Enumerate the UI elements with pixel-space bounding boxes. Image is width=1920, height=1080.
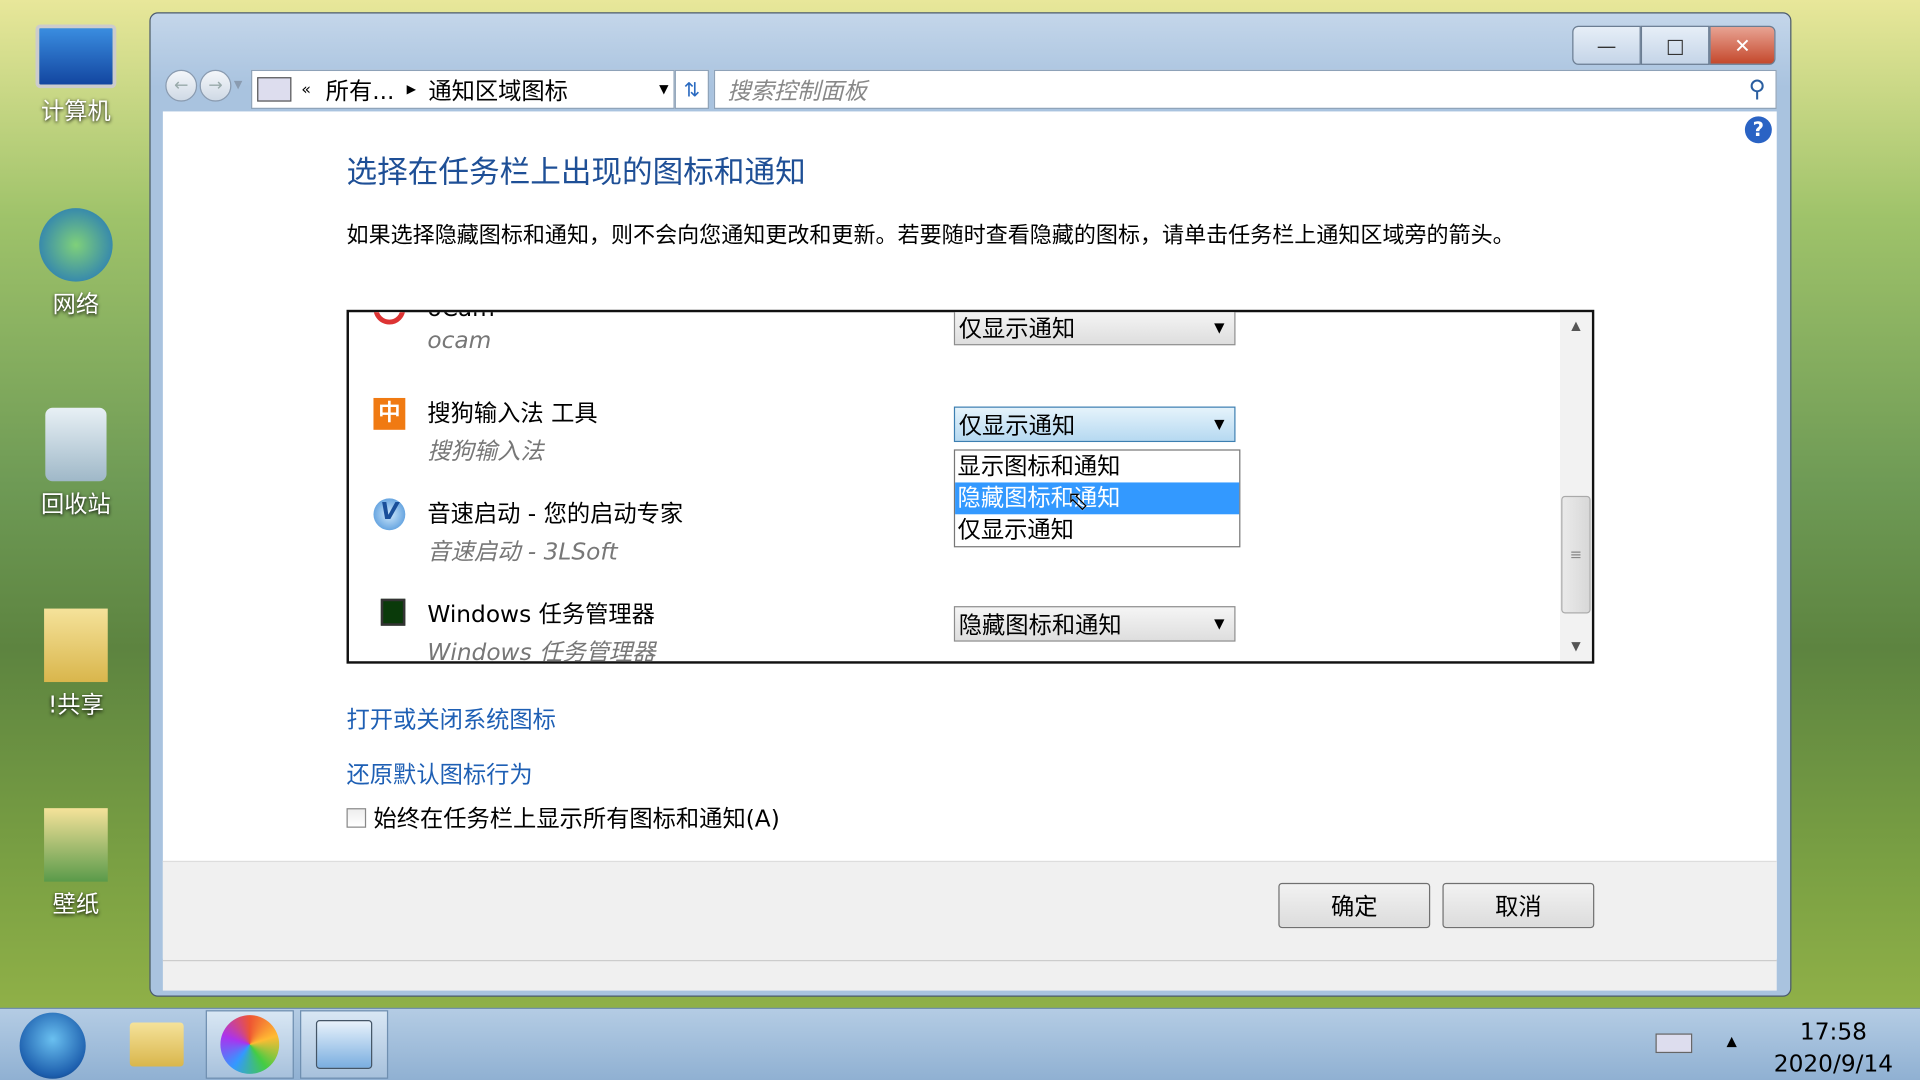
scroll-up-icon[interactable]: ▲ <box>1560 320 1592 333</box>
scroll-down-icon[interactable]: ▼ <box>1560 640 1592 653</box>
desktop-icon-network[interactable]: 网络 <box>17 208 135 319</box>
search-placeholder: 搜索控制面板 <box>727 73 867 106</box>
start-button[interactable] <box>20 1013 86 1079</box>
desktop-icon-recycle-bin[interactable]: 回收站 <box>17 408 135 519</box>
network-icon <box>39 208 112 281</box>
address-bar[interactable]: « 所有... ▶ 通知区域图标 ▼ <box>251 70 675 109</box>
page-description: 如果选择隐藏图标和通知，则不会向您通知更改和更新。若要随时查看隐藏的图标，请单击… <box>347 219 1596 252</box>
sogou-input-icon: 中 <box>373 398 405 430</box>
label: 回收站 <box>41 491 111 518</box>
keyboard-icon[interactable] <box>1656 1033 1693 1053</box>
list-item: 中 搜狗输入法 工具 搜狗输入法 <box>427 396 597 467</box>
search-input[interactable]: 搜索控制面板 ⚲ <box>714 70 1777 109</box>
label: 计算机 <box>41 98 111 125</box>
taskbar-explorer[interactable] <box>113 1010 201 1079</box>
clock-date: 2020/9/14 <box>1774 1048 1893 1080</box>
chevron-down-icon: ▼ <box>1214 320 1224 336</box>
clock-time: 17:58 <box>1774 1016 1893 1048</box>
dropdown-value: 隐藏图标和通知 <box>959 607 1122 640</box>
page-title: 选择在任务栏上出现的图标和通知 <box>347 148 806 192</box>
mouse-cursor-icon: ⬁ <box>1067 486 1090 517</box>
address-dropdown-icon[interactable]: ▼ <box>659 83 668 96</box>
label: 壁纸 <box>53 891 100 918</box>
ok-button[interactable]: 确定 <box>1278 883 1430 928</box>
maximize-button[interactable]: □ <box>1641 26 1710 65</box>
option-notify-only[interactable]: 仅显示通知 <box>955 514 1239 546</box>
item-name: oCam <box>427 310 494 322</box>
always-show-checkbox[interactable]: 始终在任务栏上显示所有图标和通知(A) <box>347 801 780 834</box>
dropdown-menu: 显示图标和通知 隐藏图标和通知 仅显示通知 <box>954 449 1241 547</box>
overflow-chevron-icon[interactable]: « <box>301 80 311 98</box>
option-show[interactable]: 显示图标和通知 <box>955 451 1239 483</box>
ocam-icon <box>373 310 405 325</box>
dropdown-value: 仅显示通知 <box>959 408 1075 441</box>
checkbox-box[interactable] <box>347 808 367 828</box>
item-subtitle: 音速启动 - 3LSoft <box>427 534 683 567</box>
scrollbar[interactable]: ▲ ≡ ▼ <box>1560 312 1592 661</box>
folder-shortcut-icon <box>44 808 108 881</box>
folder-shortcut-icon <box>44 609 108 682</box>
control-panel-icon <box>257 77 291 101</box>
control-panel-window: — □ ✕ ← → ▼ « 所有... ▶ 通知区域图标 ▼ ⇅ 搜索控制面板 … <box>149 12 1791 996</box>
status-bar <box>163 960 1777 991</box>
item-subtitle: 搜狗输入法 <box>427 433 597 466</box>
item-name: 搜狗输入法 工具 <box>427 396 597 429</box>
chevron-down-icon: ▼ <box>1214 416 1224 432</box>
list-item: V 音速启动 - 您的启动专家 音速启动 - 3LSoft <box>427 496 683 567</box>
list-item: oCam ocam <box>427 310 494 354</box>
behavior-dropdown[interactable]: 仅显示通知 ▼ <box>954 310 1236 346</box>
forward-button[interactable]: → <box>200 70 232 102</box>
task-manager-icon <box>381 599 405 626</box>
close-button[interactable]: ✕ <box>1709 26 1775 65</box>
behavior-dropdown[interactable]: 仅显示通知 ▼ <box>954 407 1236 443</box>
list-item: Windows 任务管理器 Windows 任务管理器 <box>427 596 655 663</box>
icon-list: oCam ocam 仅显示通知 ▼ 中 搜狗输入法 工具 搜狗输入法 仅显示通知 ▼… <box>347 310 1595 664</box>
desktop: 计算机 网络 回收站 !共享 壁纸 — □ ✕ ← → ▼ « 所有... ▶ … <box>0 0 1920 1080</box>
control-panel-icon <box>316 1020 372 1069</box>
computer-icon <box>36 24 117 88</box>
checkbox-label: 始终在任务栏上显示所有图标和通知(A) <box>373 801 779 834</box>
system-icons-link[interactable]: 打开或关闭系统图标 <box>347 702 556 735</box>
recent-pages-icon[interactable]: ▼ <box>234 80 242 92</box>
refresh-button[interactable]: ⇅ <box>675 70 709 109</box>
item-name: Windows 任务管理器 <box>427 596 655 629</box>
vstart-icon: V <box>373 498 405 530</box>
item-subtitle: ocam <box>427 327 494 354</box>
cancel-button[interactable]: 取消 <box>1442 883 1594 928</box>
breadcrumb-separator-icon[interactable]: ▶ <box>407 83 416 96</box>
browser-icon <box>220 1015 279 1074</box>
search-icon[interactable]: ⚲ <box>1749 76 1766 103</box>
taskbar-control-panel[interactable] <box>300 1010 388 1079</box>
taskbar: ▲ 17:58 2020/9/14 <box>0 1008 1920 1080</box>
item-name: 音速启动 - 您的启动专家 <box>427 496 683 529</box>
footer: 确定 取消 <box>163 861 1777 960</box>
label: 网络 <box>53 291 100 318</box>
clock[interactable]: 17:58 2020/9/14 <box>1774 1016 1893 1080</box>
breadcrumb-root[interactable]: 所有... <box>326 73 395 106</box>
item-subtitle: Windows 任务管理器 <box>427 634 655 663</box>
dropdown-value: 仅显示通知 <box>959 311 1075 344</box>
breadcrumb-current[interactable]: 通知区域图标 <box>428 73 568 106</box>
back-button[interactable]: ← <box>165 70 197 102</box>
chevron-down-icon: ▼ <box>1214 616 1224 632</box>
recycle-bin-icon <box>45 408 106 481</box>
option-hide[interactable]: 隐藏图标和通知 <box>955 482 1239 514</box>
help-icon[interactable]: ? <box>1745 116 1772 143</box>
desktop-icon-share[interactable]: !共享 <box>17 609 135 720</box>
desktop-icon-wallpaper[interactable]: 壁纸 <box>17 808 135 919</box>
content-area: ? 选择在任务栏上出现的图标和通知 如果选择隐藏图标和通知，则不会向您通知更改和… <box>163 111 1777 958</box>
show-hidden-icons-arrow[interactable]: ▲ <box>1727 1033 1737 1049</box>
scrollbar-thumb[interactable]: ≡ <box>1561 496 1590 614</box>
folder-icon <box>130 1022 184 1066</box>
behavior-dropdown[interactable]: 隐藏图标和通知 ▼ <box>954 606 1236 642</box>
label: !共享 <box>48 692 104 719</box>
taskbar-browser[interactable] <box>206 1010 294 1079</box>
minimize-button[interactable]: — <box>1572 26 1641 65</box>
restore-defaults-link[interactable]: 还原默认图标行为 <box>347 757 533 790</box>
desktop-icon-computer[interactable]: 计算机 <box>17 24 135 126</box>
